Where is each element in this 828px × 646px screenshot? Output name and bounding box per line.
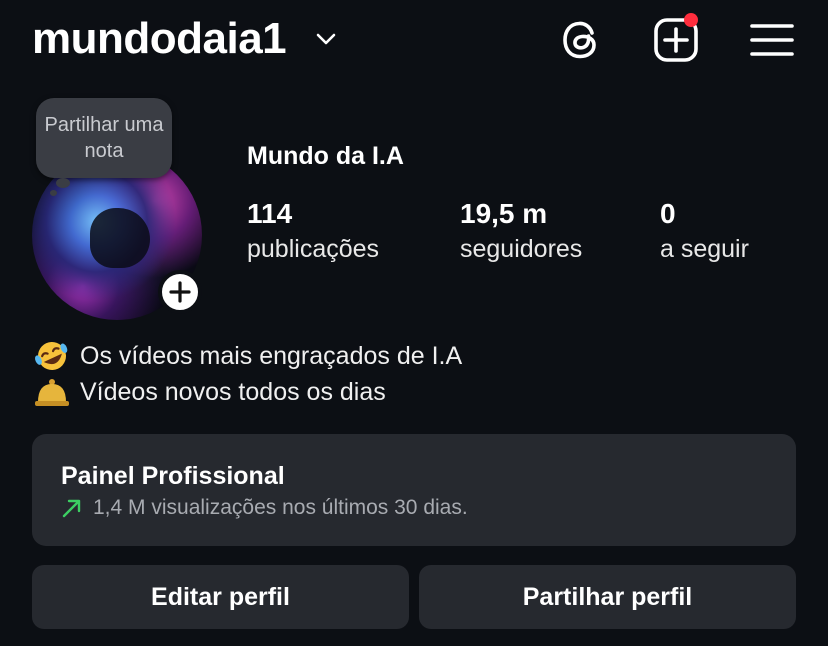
bio-line: Os vídeos mais engraçados de I.A [32,338,462,374]
profile-bio: Os vídeos mais engraçados de I.A Vídeos … [32,338,462,410]
share-profile-button[interactable]: Partilhar perfil [419,565,796,629]
bio-line: Vídeos novos todos os dias [32,374,462,410]
top-bar: mundodaia1 [0,0,828,84]
note-bubble-tail-dot [50,190,57,196]
note-bubble-tail [56,178,70,188]
plus-icon [169,281,191,303]
stat-followers[interactable]: 19,5 m seguidores [460,196,582,266]
edit-profile-button[interactable]: Editar perfil [32,565,409,629]
profile-display-name: Mundo da I.A [247,142,404,170]
threads-icon[interactable] [556,14,608,66]
account-username[interactable]: mundodaia1 [32,14,287,64]
dashboard-views-text: 1,4 M visualizações nos últimos 30 dias. [93,496,468,519]
professional-dashboard-card[interactable]: Painel Profissional 1,4 M visualizações … [32,434,796,546]
bio-text: Vídeos novos todos os dias [80,377,386,406]
dashboard-subtitle: 1,4 M visualizações nos últimos 30 dias. [61,496,468,520]
bio-text: Os vídeos mais engraçados de I.A [80,341,463,370]
posts-count: 114 [247,198,293,229]
stat-following[interactable]: 0 a seguir [660,196,749,266]
following-label: a seguir [660,235,749,263]
profile-avatar-area: Partilhar uma nota [32,98,212,320]
dashboard-title: Painel Profissional [61,462,285,490]
trend-up-icon [62,499,81,518]
rofl-emoji [35,342,68,370]
notification-dot [684,13,698,27]
note-bubble[interactable]: Partilhar uma nota [36,98,172,178]
followers-count: 19,5 m [460,198,548,229]
add-story-button[interactable] [158,270,202,314]
followers-label: seguidores [460,235,583,263]
posts-label: publicações [247,235,380,263]
following-count: 0 [660,198,676,229]
note-placeholder: Partilhar uma nota [44,114,164,162]
globe-icon [90,208,150,268]
stat-posts[interactable]: 114 publicações [247,196,379,266]
bell-emoji [35,379,69,406]
menu-icon[interactable] [746,14,798,66]
chevron-down-icon[interactable] [314,30,338,48]
